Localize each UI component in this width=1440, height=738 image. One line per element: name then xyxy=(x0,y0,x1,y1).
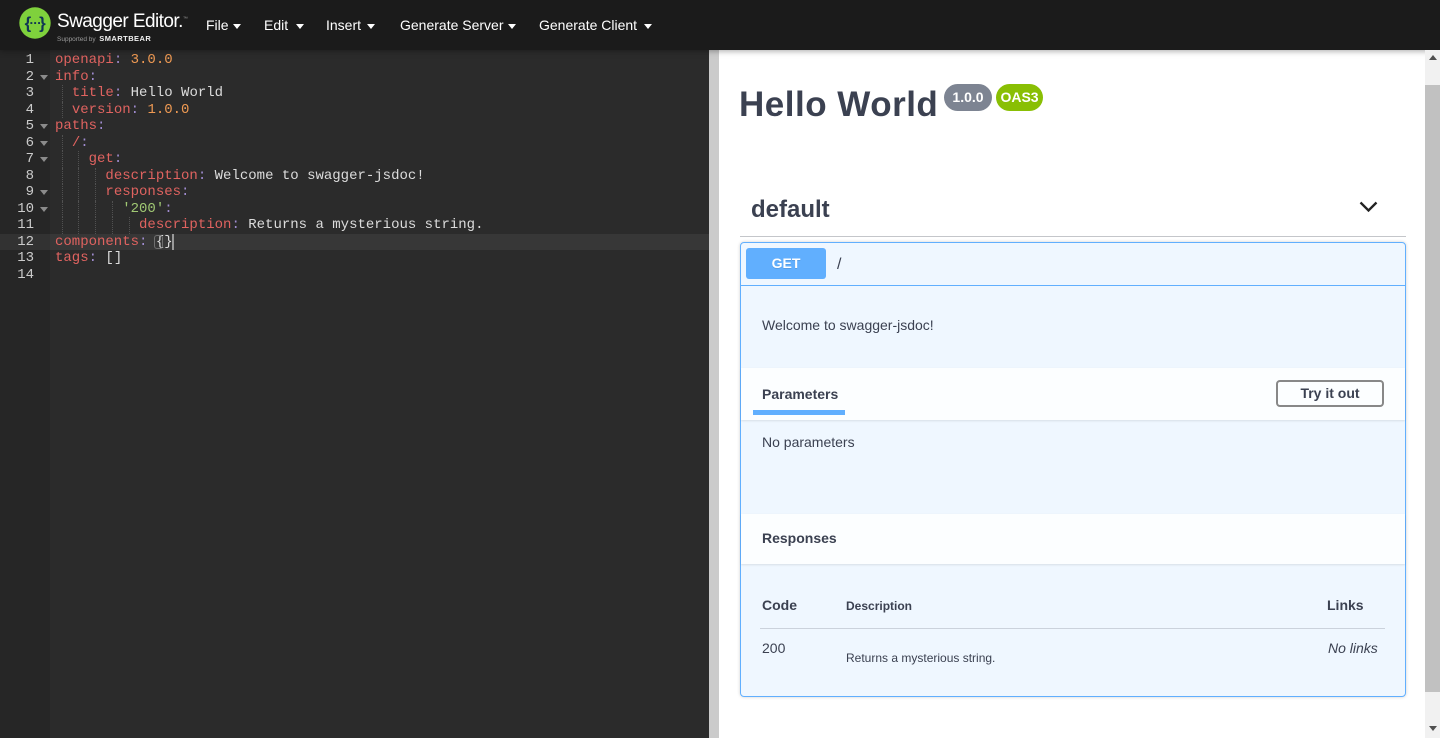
svg-text:}: } xyxy=(39,13,46,32)
